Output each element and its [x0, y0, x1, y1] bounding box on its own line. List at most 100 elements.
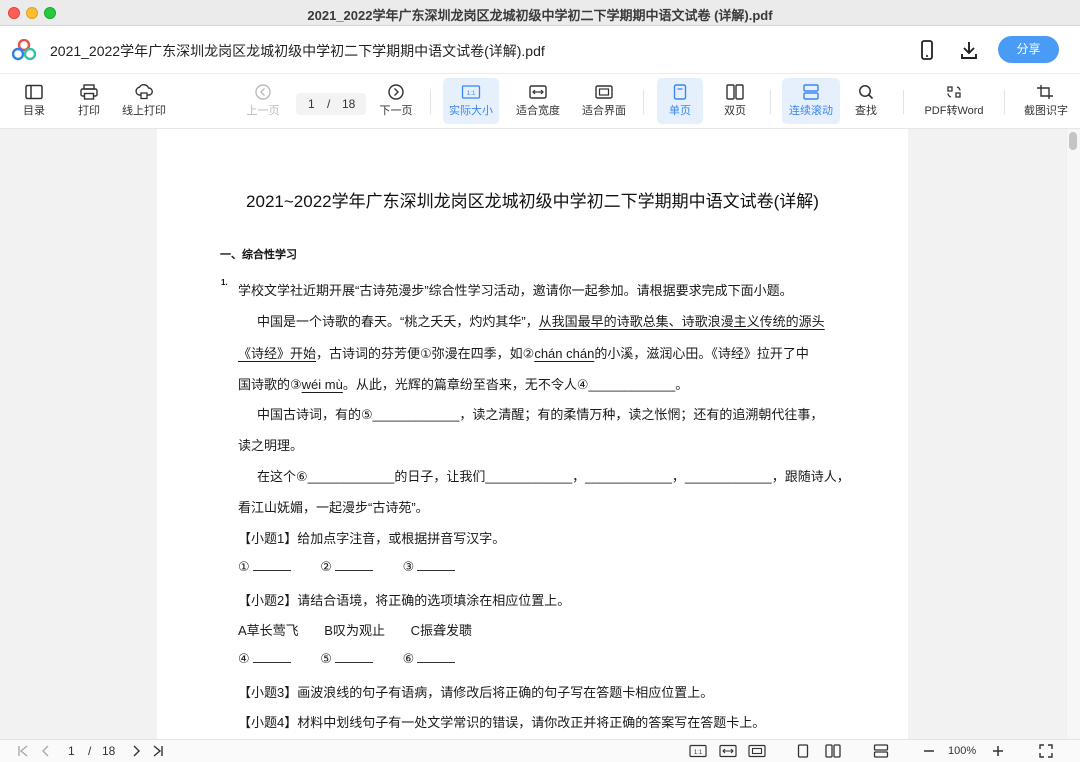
text-segment: 中国是一个诗歌的春天。“桃之夭夭，灼灼其华”，: [257, 314, 539, 329]
fit-page-icon: [595, 85, 613, 99]
page-separator: /: [327, 97, 331, 111]
pinyin-text: wéi mù: [301, 377, 343, 392]
text-line: 【小题2】请结合语境，将正确的选项填涂在相应位置上。: [238, 593, 571, 608]
single-page-label: 单页: [669, 105, 691, 117]
actual-size-icon[interactable]: 1:1: [689, 744, 707, 758]
blank-label: ④: [238, 651, 250, 666]
divider: [430, 90, 431, 114]
status-page-separator: /: [88, 744, 92, 758]
answer-blank: [417, 651, 456, 663]
continuous-scroll-label: 连续滚动: [789, 105, 833, 117]
answer-blank: [334, 651, 373, 663]
document-title: 2021~2022学年广东深圳龙岗区龙城初级中学初二下学期期中语文试卷(详解): [246, 192, 819, 211]
fit-page-button[interactable]: 适合界面: [578, 78, 630, 124]
text-line: 【小题3】画波浪线的句子有语病，请修改后将正确的句子写在答题卡相应位置上。: [238, 685, 714, 700]
page-number-input[interactable]: 1 / 18: [296, 93, 366, 115]
fit-page-label: 适合界面: [582, 105, 626, 117]
text-line: 《诗经》开始，古诗词的芬芳便①弥漫在四季，如②chán chán的小溪，滋润心田…: [238, 343, 809, 362]
document-viewport[interactable]: 2021~2022学年广东深圳龙岗区龙城初级中学初二下学期期中语文试卷(详解) …: [0, 129, 1080, 739]
option-b: B叹为观止: [324, 623, 385, 638]
answer-blanks: ① ② ③: [238, 559, 456, 575]
answer-blank: [417, 559, 456, 571]
fit-page-icon[interactable]: [748, 744, 766, 758]
share-button[interactable]: 分享: [998, 36, 1059, 63]
single-page-icon: [673, 84, 687, 100]
status-current-page[interactable]: 1: [68, 744, 75, 758]
scrollbar-thumb[interactable]: [1069, 132, 1077, 150]
next-page-label: 下一页: [379, 105, 413, 117]
first-page-icon[interactable]: [16, 744, 30, 758]
fit-width-icon[interactable]: [719, 744, 737, 758]
status-total-pages: 18: [102, 744, 116, 758]
pinyin-text: chán chán: [534, 346, 595, 361]
text-segment: 的小溪，滋润心田。《诗经》拉开了中: [594, 346, 809, 361]
options-line: A草长莺飞 B叹为观止 C振聋发聩: [238, 620, 472, 639]
single-page-button[interactable]: 单页: [657, 78, 703, 124]
last-page-icon[interactable]: [151, 744, 165, 758]
toc-button[interactable]: 目录: [14, 78, 54, 124]
prev-page-button[interactable]: 上一页: [243, 78, 283, 124]
download-icon[interactable]: [958, 39, 980, 61]
chevron-left-circle-icon: [255, 84, 271, 100]
option-c: C振聋发聩: [410, 623, 472, 638]
text-segment: ，古诗词的芬芳便①弥漫在四季，如②: [316, 346, 535, 361]
text-line: 【小题1】给加点字注音，或根据拼音写汉字。: [238, 531, 506, 546]
answer-blanks: ④ ⑤ ⑥: [238, 651, 456, 667]
toc-label: 目录: [23, 105, 45, 117]
print-label: 打印: [78, 105, 100, 117]
window-title: 2021_2022学年广东深圳龙岗区龙城初级中学初二下学期期中语文试卷 (详解)…: [307, 8, 773, 23]
next-page-icon[interactable]: [129, 744, 143, 758]
print-button[interactable]: 打印: [69, 78, 109, 124]
pdf-to-word-button[interactable]: PDF转Word: [918, 78, 990, 124]
double-page-icon[interactable]: [825, 744, 841, 758]
blank-label: ③: [402, 559, 415, 574]
app-logo-icon: [12, 39, 36, 61]
text-line: 国诗歌的③wéi mù。从此，光辉的篇章纷至沓来，无不令人④__________…: [238, 374, 688, 393]
actual-size-icon: 1:1: [461, 85, 481, 99]
title-bar: 2021_2022学年广东深圳龙岗区龙城初级中学初二下学期期中语文试卷 (详解)…: [0, 0, 1080, 26]
text-segment: 国诗歌的③: [238, 377, 302, 392]
file-header: 2021_2022学年广东深圳龙岗区龙城初级中学初二下学期期中语文试卷(详解).…: [0, 26, 1080, 74]
zoom-out-icon[interactable]: [922, 744, 936, 758]
text-line: 学校文学社近期开展“古诗苑漫步”综合性学习活动，邀请你一起参加。请根据要求完成下…: [238, 283, 793, 298]
double-page-button[interactable]: 双页: [714, 78, 756, 124]
text-segment: 。从此，光辉的篇章纷至沓来，无不令人④____________。: [342, 377, 689, 392]
ocr-button[interactable]: 截图识字: [1018, 78, 1074, 124]
divider: [643, 90, 644, 114]
crop-icon: [1037, 85, 1053, 99]
find-button[interactable]: 查找: [846, 78, 886, 124]
scrollbar-track[interactable]: [1066, 129, 1080, 739]
underlined-text: 《诗经》开始: [238, 346, 317, 361]
zoom-level: 100%: [948, 745, 977, 757]
blank-label: ⑤: [320, 651, 332, 666]
continuous-scroll-button[interactable]: 连续滚动: [782, 78, 840, 124]
current-page: 1: [308, 97, 315, 111]
prev-page-icon[interactable]: [39, 744, 53, 758]
answer-blank: [252, 651, 291, 663]
answer-blank: [334, 559, 373, 571]
file-name: 2021_2022学年广东深圳龙岗区龙城初级中学初二下学期期中语文试卷(详解).…: [50, 43, 545, 59]
status-bar: 1 / 18 1:1 100%: [0, 739, 1080, 762]
single-page-icon[interactable]: [796, 744, 810, 758]
fullscreen-icon[interactable]: [1039, 744, 1053, 758]
ocr-label: 截图识字: [1024, 105, 1068, 117]
zoom-in-icon[interactable]: [991, 744, 1005, 758]
svg-text:1:1: 1:1: [694, 750, 703, 756]
online-print-button[interactable]: 线上打印: [118, 78, 170, 124]
actual-size-label: 实际大小: [449, 105, 493, 117]
chevron-right-circle-icon: [388, 84, 404, 100]
fit-width-button[interactable]: 适合宽度: [512, 78, 564, 124]
text-line: 在这个⑥____________的日子，让我们____________，____…: [257, 469, 850, 484]
actual-size-button[interactable]: 1:1 实际大小: [443, 78, 499, 124]
convert-icon: [947, 86, 961, 98]
option-a: A草长莺飞: [238, 623, 299, 638]
text-line: 看江山妩媚，一起漫步“古诗苑”。: [238, 500, 429, 515]
next-page-button[interactable]: 下一页: [376, 78, 416, 124]
toc-icon: [25, 84, 43, 100]
text-line: 【小题4】材料中划线句子有一处文学常识的错误，请你改正并将正确的答案写在答题卡上…: [238, 715, 766, 730]
answer-blank: [252, 559, 291, 571]
text-line: 中国古诗词，有的⑤____________，读之清醒；有的柔情万种，读之怅惘；还…: [257, 407, 824, 422]
phone-icon[interactable]: [916, 39, 938, 61]
continuous-scroll-icon[interactable]: [873, 744, 889, 758]
divider: [770, 90, 771, 114]
